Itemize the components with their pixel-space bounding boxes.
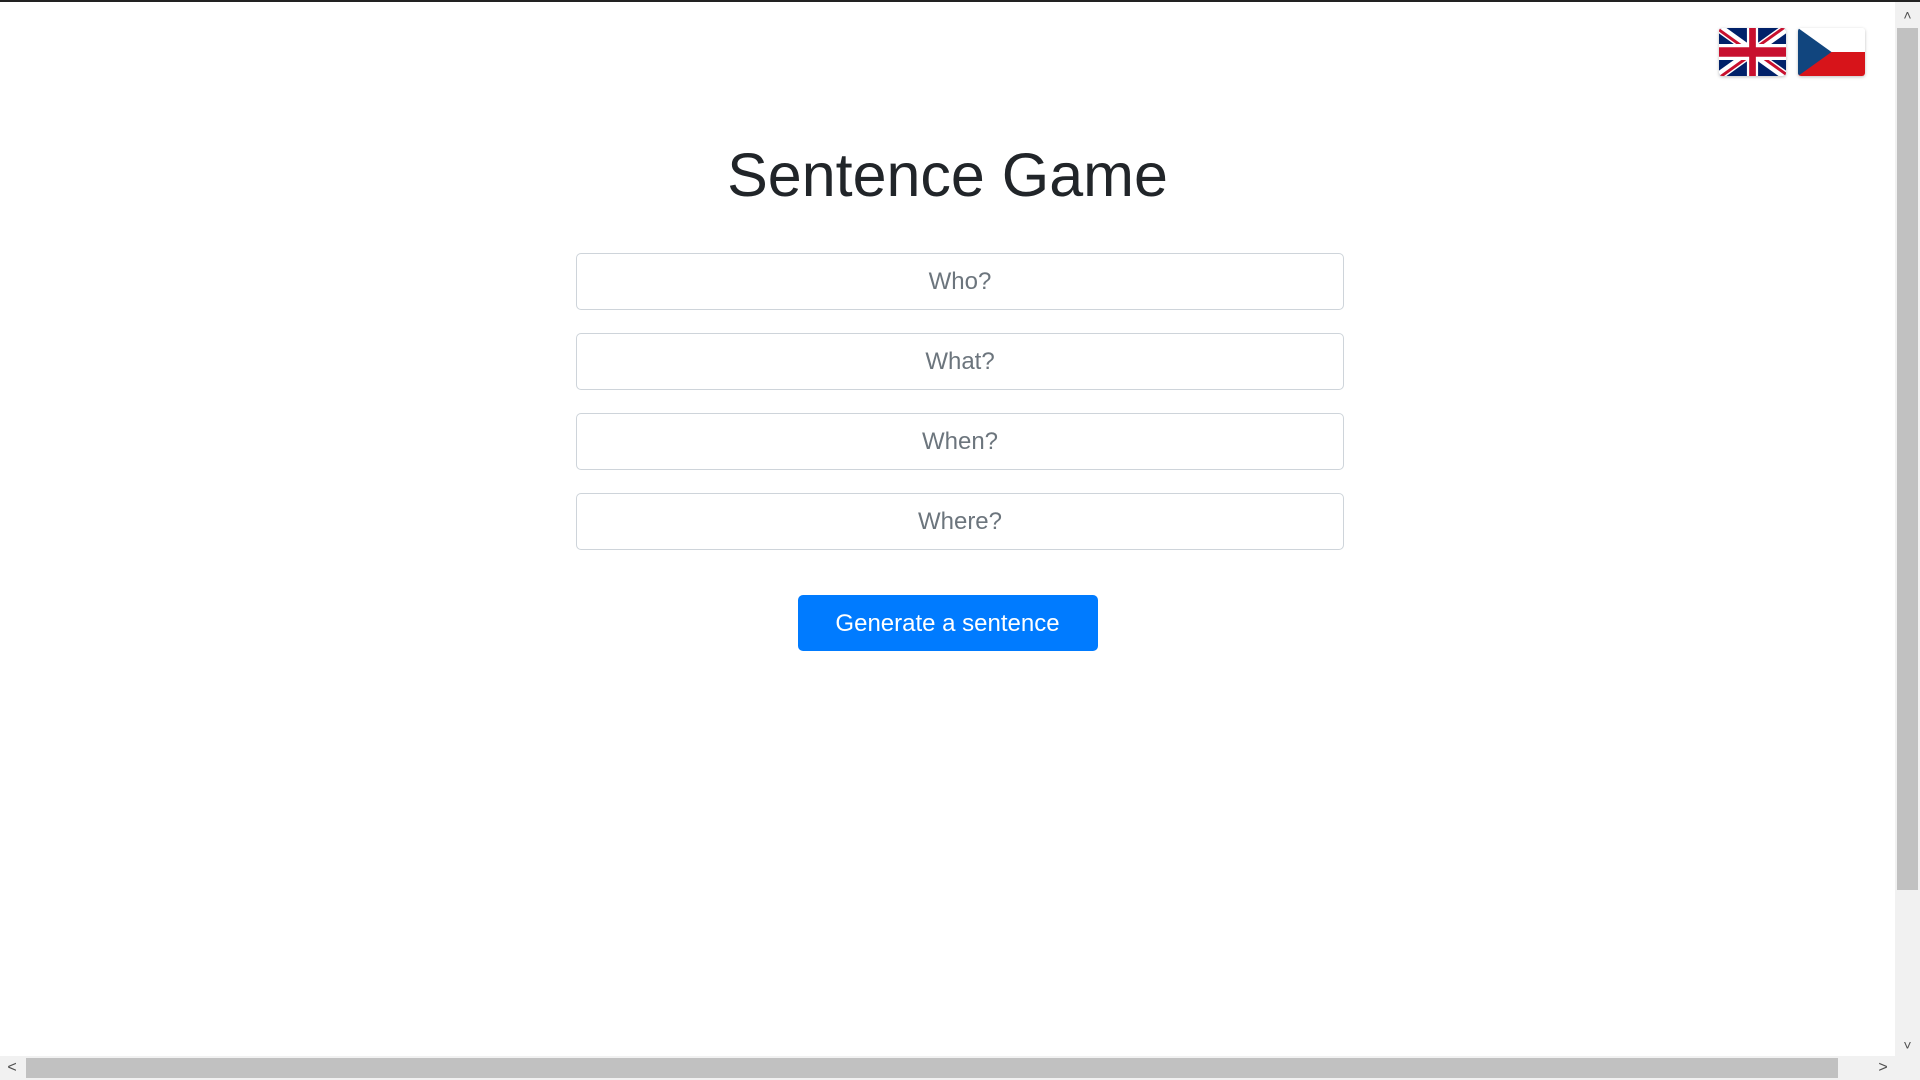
generate-sentence-button[interactable]: Generate a sentence (797, 595, 1098, 651)
language-switcher (1719, 28, 1865, 76)
scroll-left-icon[interactable]: < (0, 1056, 24, 1080)
when-input[interactable] (576, 413, 1344, 470)
vertical-scroll-thumb[interactable] (1897, 28, 1918, 890)
page: Sentence Game Generate a sentence (0, 2, 1895, 1056)
what-input[interactable] (576, 333, 1344, 390)
scroll-right-icon[interactable]: > (1871, 1056, 1895, 1080)
where-input[interactable] (576, 493, 1344, 550)
page-title: Sentence Game (727, 141, 1168, 209)
vertical-scrollbar[interactable]: ˄ ˅ (1895, 2, 1920, 1056)
browser-viewport: Sentence Game Generate a sentence ˄ ˅ < … (0, 0, 1920, 1080)
uk-flag-icon[interactable] (1719, 28, 1786, 76)
scroll-up-icon[interactable]: ˄ (1895, 4, 1920, 26)
scrollbar-corner (1895, 1056, 1920, 1080)
horizontal-scroll-thumb[interactable] (26, 1058, 1838, 1078)
czech-flag-icon[interactable] (1798, 28, 1865, 76)
scroll-down-icon[interactable]: ˅ (1895, 1034, 1920, 1056)
horizontal-scrollbar[interactable]: < > (0, 1056, 1895, 1080)
action-row: Generate a sentence (0, 595, 1895, 651)
who-input[interactable] (576, 253, 1344, 310)
sentence-form (576, 253, 1344, 573)
